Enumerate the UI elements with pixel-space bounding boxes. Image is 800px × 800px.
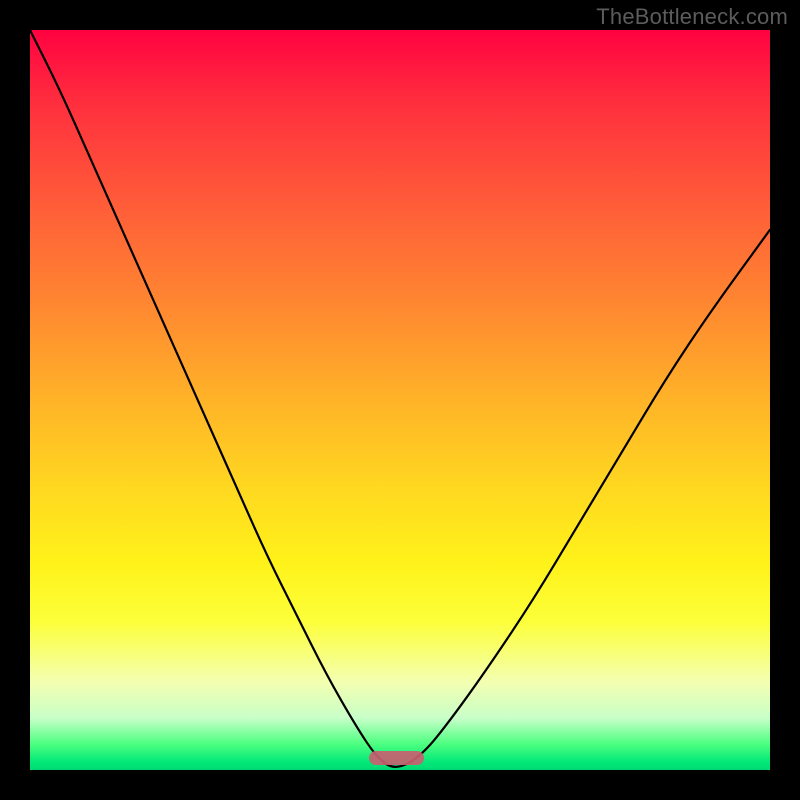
curve-svg bbox=[30, 30, 770, 770]
chart-frame: TheBottleneck.com bbox=[0, 0, 800, 800]
plot-area bbox=[30, 30, 770, 770]
bottleneck-curve bbox=[30, 30, 770, 767]
minimum-marker bbox=[369, 751, 425, 765]
watermark-text: TheBottleneck.com bbox=[596, 4, 788, 30]
